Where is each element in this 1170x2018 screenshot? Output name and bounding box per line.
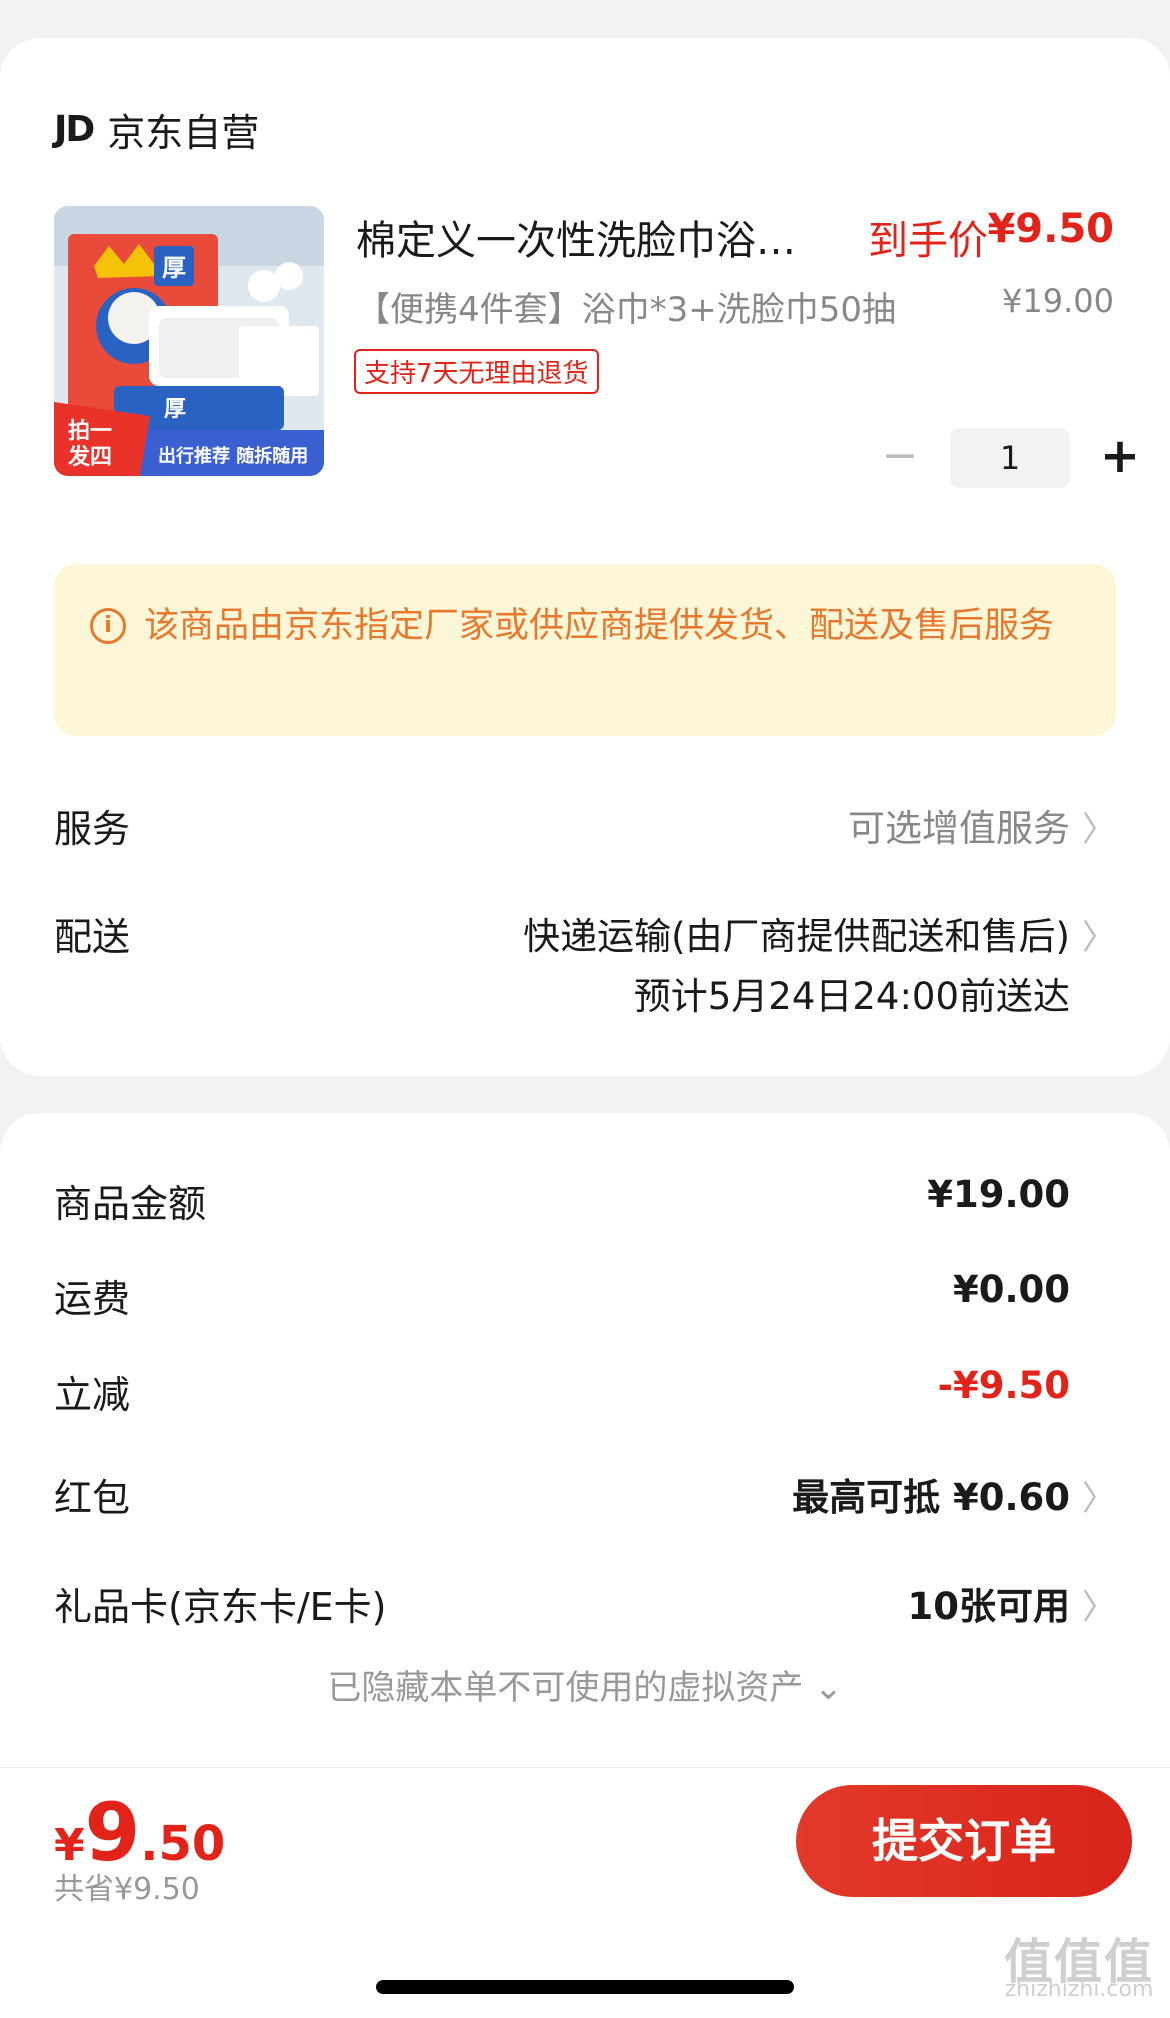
product-title[interactable]: 棉定义一次性洗脸巾浴… bbox=[356, 208, 796, 266]
delivery-label: 配送 bbox=[54, 915, 131, 959]
chevron-right-icon: 〉 bbox=[1082, 918, 1116, 958]
chevron-right-icon: 〉 bbox=[1082, 1588, 1116, 1628]
decrease-quantity-button[interactable]: − bbox=[870, 428, 930, 488]
quantity-stepper: − 1 + bbox=[870, 428, 1150, 488]
chevron-right-icon: 〉 bbox=[1082, 810, 1116, 850]
product-spec[interactable]: 【便携4件套】浴巾*3+洗脸巾50抽 bbox=[356, 282, 896, 331]
svg-text:拍一: 拍一 bbox=[68, 418, 112, 444]
submit-order-button[interactable]: 提交订单 bbox=[796, 1785, 1132, 1897]
hidden-assets-toggle[interactable]: 已隐藏本单不可使用的虚拟资产 ⌄ bbox=[0, 1660, 1170, 1709]
increase-quantity-button[interactable]: + bbox=[1090, 428, 1150, 488]
red-packet-row[interactable]: 红包 最高可抵 ¥0.60 〉 bbox=[54, 1467, 1116, 1527]
quantity-field[interactable]: 1 bbox=[950, 428, 1070, 488]
info-icon: i bbox=[90, 608, 126, 644]
supplier-notice: i 该商品由京东指定厂家或供应商提供发货、配送及售后服务 bbox=[54, 564, 1116, 736]
product-image[interactable]: 厚 厚 拍一 发四 出行推荐 随拆随用 bbox=[54, 206, 324, 476]
shipping-value: ¥0.00 bbox=[952, 1268, 1070, 1311]
notice-text: 该商品由京东指定厂家或供应商提供发货、配送及售后服务 bbox=[144, 606, 1055, 646]
svg-text:发四: 发四 bbox=[67, 444, 112, 470]
thick-label: 厚 bbox=[162, 254, 186, 282]
svg-text:厚: 厚 bbox=[164, 397, 186, 422]
shop-name: 京东自营 bbox=[107, 111, 260, 155]
goods-amount-label: 商品金额 bbox=[54, 1182, 207, 1226]
red-packet-value: 最高可抵 ¥0.60 bbox=[792, 1476, 1070, 1519]
watermark-logo: 值值值 bbox=[1003, 1934, 1154, 1990]
product-thumbnail-art: 厚 厚 拍一 发四 出行推荐 随拆随用 bbox=[54, 206, 324, 476]
home-indicator[interactable] bbox=[376, 1980, 794, 1994]
service-label: 服务 bbox=[54, 807, 131, 851]
image-bottom-text: 出行推荐 随拆随用 bbox=[158, 445, 308, 467]
watermark-url: zhizhizhi.com bbox=[1004, 1977, 1154, 2002]
gift-card-value: 10张可用 bbox=[907, 1585, 1071, 1628]
discount-value: -¥9.50 bbox=[937, 1364, 1070, 1407]
instant-discount-row: 立减 -¥9.50 bbox=[54, 1364, 1116, 1424]
goods-amount-row: 商品金额 ¥19.00 bbox=[54, 1173, 1116, 1233]
watermark: 值值值 zhizhizhi.com bbox=[1003, 1934, 1154, 2004]
delivery-row[interactable]: 配送 快递运输(由厂商提供配送和售后) 〉 预计5月24日24:00前送达 bbox=[54, 906, 1116, 1026]
checkout-bar: ¥9.50 共省¥9.50 提交订单 值值值 zhizhizhi.com bbox=[0, 1767, 1170, 2018]
final-price: ¥9.50 bbox=[987, 206, 1114, 252]
discount-label: 立减 bbox=[54, 1373, 131, 1417]
shop-header[interactable]: JD 京东自营 bbox=[54, 102, 259, 157]
shipping-label: 运费 bbox=[54, 1277, 131, 1321]
return-policy-tag: 支持7天无理由退货 bbox=[354, 349, 599, 394]
gift-card-row[interactable]: 礼品卡(京东卡/E卡) 10张可用 〉 bbox=[54, 1576, 1116, 1636]
shipping-row: 运费 ¥0.00 bbox=[54, 1268, 1116, 1328]
chevron-right-icon: 〉 bbox=[1082, 1479, 1116, 1519]
service-value: 可选增值服务 bbox=[848, 807, 1070, 850]
goods-amount-value: ¥19.00 bbox=[927, 1173, 1070, 1216]
red-packet-label: 红包 bbox=[54, 1476, 131, 1520]
original-price: ¥19.00 bbox=[1002, 282, 1114, 320]
jd-logo: JD bbox=[54, 109, 95, 150]
delivery-eta: 预计5月24日24:00前送达 bbox=[633, 975, 1070, 1018]
delivery-method: 快递运输(由厂商提供配送和售后) bbox=[523, 915, 1070, 958]
final-price-label: 到手价 bbox=[868, 218, 988, 264]
total-saved: 共省¥9.50 bbox=[54, 1872, 200, 1907]
gift-card-label: 礼品卡(京东卡/E卡) bbox=[54, 1585, 387, 1629]
order-item-card: JD 京东自营 厚 厚 拍一 发四 出行推荐 随拆随用 棉定义一次性洗脸巾浴… … bbox=[0, 38, 1170, 1076]
service-row[interactable]: 服务 可选增值服务 〉 bbox=[54, 798, 1116, 858]
